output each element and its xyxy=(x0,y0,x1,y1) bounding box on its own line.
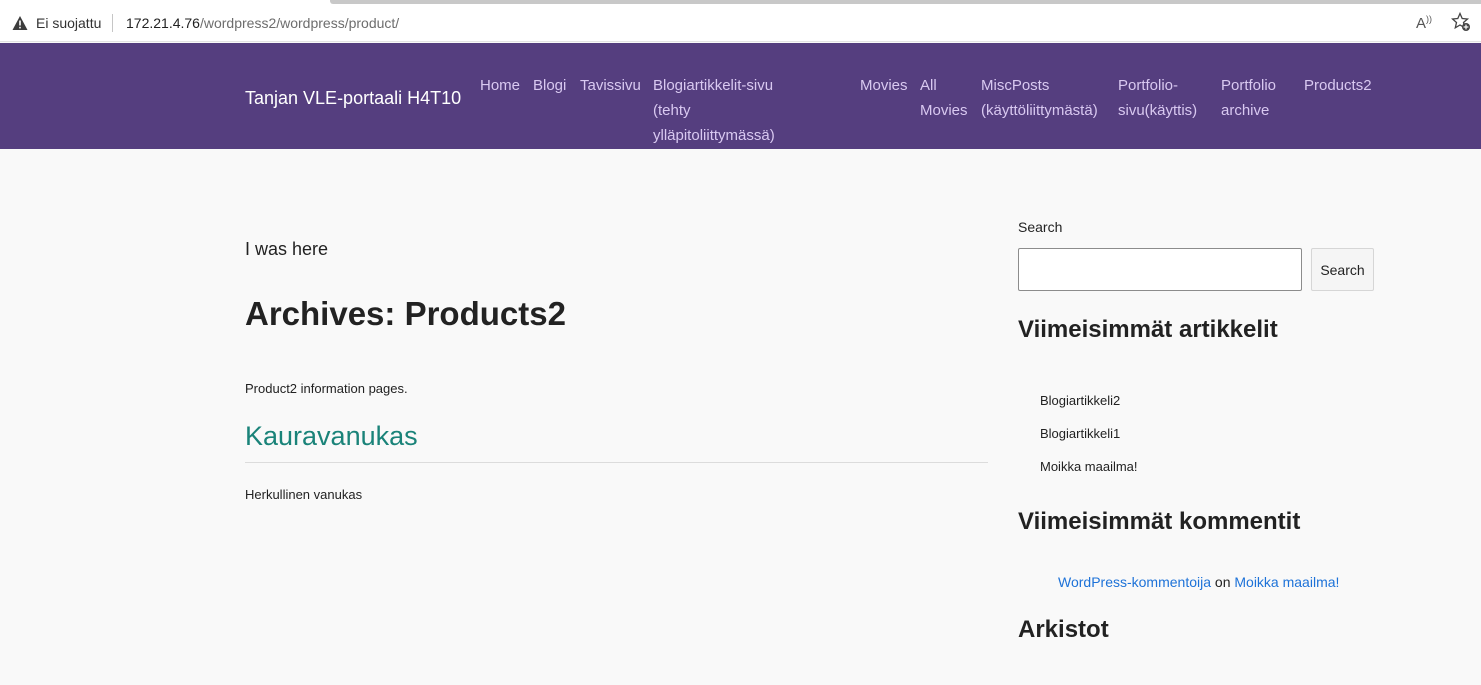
search-input[interactable] xyxy=(1018,248,1302,291)
nav-label-line1: Portfolio xyxy=(1221,77,1277,94)
add-favorite-icon[interactable] xyxy=(1451,12,1471,32)
nav-item-portfolio-sivu[interactable]: Portfolio- sivu(käyttis) xyxy=(1118,73,1197,123)
nav-item-miscposts[interactable]: MiscPosts (käyttöliittymästä) xyxy=(981,73,1098,123)
recent-post-link[interactable]: Blogiartikkeli2 xyxy=(1040,393,1120,408)
nav-label-line2: sivu(käyttis) xyxy=(1118,102,1198,119)
nav-label-line2: Movies xyxy=(920,102,968,119)
site-title-link[interactable]: Tanjan VLE-portaali H4T10 xyxy=(245,88,461,109)
recent-comment: WordPress-kommentoija on Moikka maailma! xyxy=(1058,574,1339,590)
nav-item-blogi[interactable]: Blogi xyxy=(533,73,566,98)
nav-item-movies[interactable]: Movies xyxy=(860,73,908,98)
recent-posts-heading: Viimeisimmät artikkelit xyxy=(1018,316,1278,343)
nav-label-line1: MiscPosts xyxy=(981,77,1050,94)
recent-comments-heading: Viimeisimmät kommentit xyxy=(1018,508,1301,535)
nav-item-tavissivu[interactable]: Tavissivu xyxy=(580,73,641,98)
nav-item-portfolio-archive[interactable]: Portfolio archive xyxy=(1221,73,1276,123)
security-status-label[interactable]: Ei suojattu xyxy=(36,15,101,31)
recent-post-link[interactable]: Blogiartikkeli1 xyxy=(1040,426,1120,441)
archive-description: Product2 information pages. xyxy=(245,381,408,396)
url-host: 172.21.4.76 xyxy=(126,15,200,31)
nav-item-home[interactable]: Home xyxy=(480,73,520,98)
nav-label-line2: ylläpitoliittymässä) xyxy=(653,127,775,144)
url-path: /wordpress2/wordpress/product/ xyxy=(199,15,400,31)
nav-label-line2: (käyttöliittymästä) xyxy=(981,102,1098,119)
address-separator xyxy=(112,14,113,32)
post-excerpt: Herkullinen vanukas xyxy=(245,487,363,502)
nav-label-line1: Portfolio- xyxy=(1118,77,1179,94)
recent-post-link[interactable]: Moikka maailma! xyxy=(1040,459,1138,474)
nav-label-line1: Blogiartikkelit-sivu (tehty xyxy=(653,77,774,119)
browser-tab-strip-edge xyxy=(330,0,1481,4)
search-button[interactable]: Search xyxy=(1311,248,1374,291)
url-field[interactable]: 172.21.4.76/wordpress2/wordpress/product… xyxy=(126,15,399,31)
nav-label-line1: All xyxy=(920,77,937,94)
read-aloud-icon[interactable]: A)) xyxy=(1416,14,1432,32)
archives-heading: Arkistot xyxy=(1018,616,1109,643)
post-divider xyxy=(245,462,988,463)
comment-author-link[interactable]: WordPress-kommentoija xyxy=(1058,574,1211,590)
search-label: Search xyxy=(1018,219,1063,235)
nav-item-blogiartikkelit[interactable]: Blogiartikkelit-sivu (tehty ylläpitoliit… xyxy=(653,73,775,148)
nav-label-line2: archive xyxy=(1221,102,1270,119)
nav-item-all-movies[interactable]: All Movies xyxy=(920,73,968,123)
intro-text: I was here xyxy=(245,239,329,259)
browser-address-bar: Ei suojattu 172.21.4.76/wordpress2/wordp… xyxy=(0,0,1481,42)
page-title: Archives: Products2 xyxy=(245,295,566,332)
comment-post-link[interactable]: Moikka maailma! xyxy=(1234,574,1339,590)
warning-icon[interactable] xyxy=(12,15,28,31)
nav-item-products2[interactable]: Products2 xyxy=(1304,73,1372,98)
post-title-link[interactable]: Kauravanukas xyxy=(245,421,418,452)
site-header: Tanjan VLE-portaali H4T10 Home Blogi Tav… xyxy=(0,43,1481,149)
comment-connector: on xyxy=(1214,574,1231,590)
